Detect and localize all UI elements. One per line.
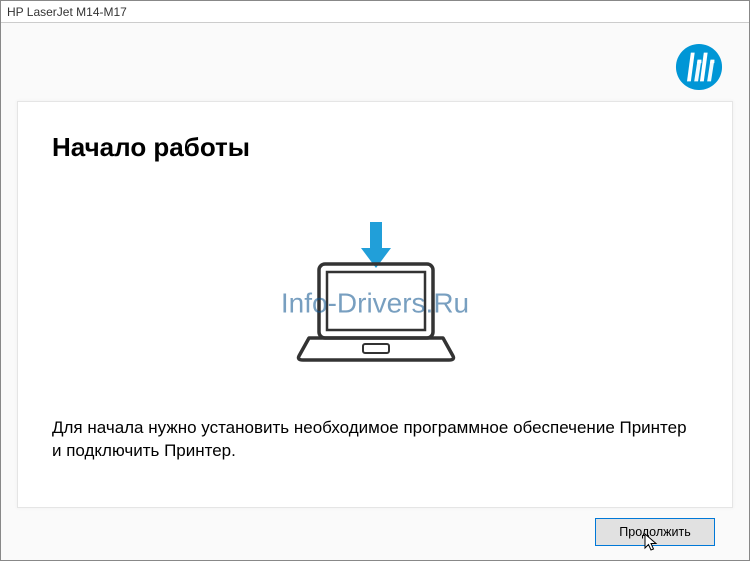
installer-window: HP LaserJet M14-M17 xyxy=(0,0,750,561)
laptop-download-icon xyxy=(275,220,475,370)
button-row: Продолжить xyxy=(17,508,733,560)
description-text: Для начала нужно установить необходимое … xyxy=(52,417,698,463)
logo-row xyxy=(17,39,733,101)
content-area: Начало работы Info-Drivers.Ru xyxy=(1,23,749,560)
window-title: HP LaserJet M14-M17 xyxy=(7,5,127,19)
illustration: Info-Drivers.Ru xyxy=(52,183,698,407)
hp-logo-icon xyxy=(675,43,723,91)
titlebar[interactable]: HP LaserJet M14-M17 xyxy=(1,1,749,23)
main-card: Начало работы Info-Drivers.Ru xyxy=(17,101,733,508)
continue-button[interactable]: Продолжить xyxy=(595,518,715,546)
continue-button-label: Продолжить xyxy=(619,525,690,539)
page-title: Начало работы xyxy=(52,132,698,163)
